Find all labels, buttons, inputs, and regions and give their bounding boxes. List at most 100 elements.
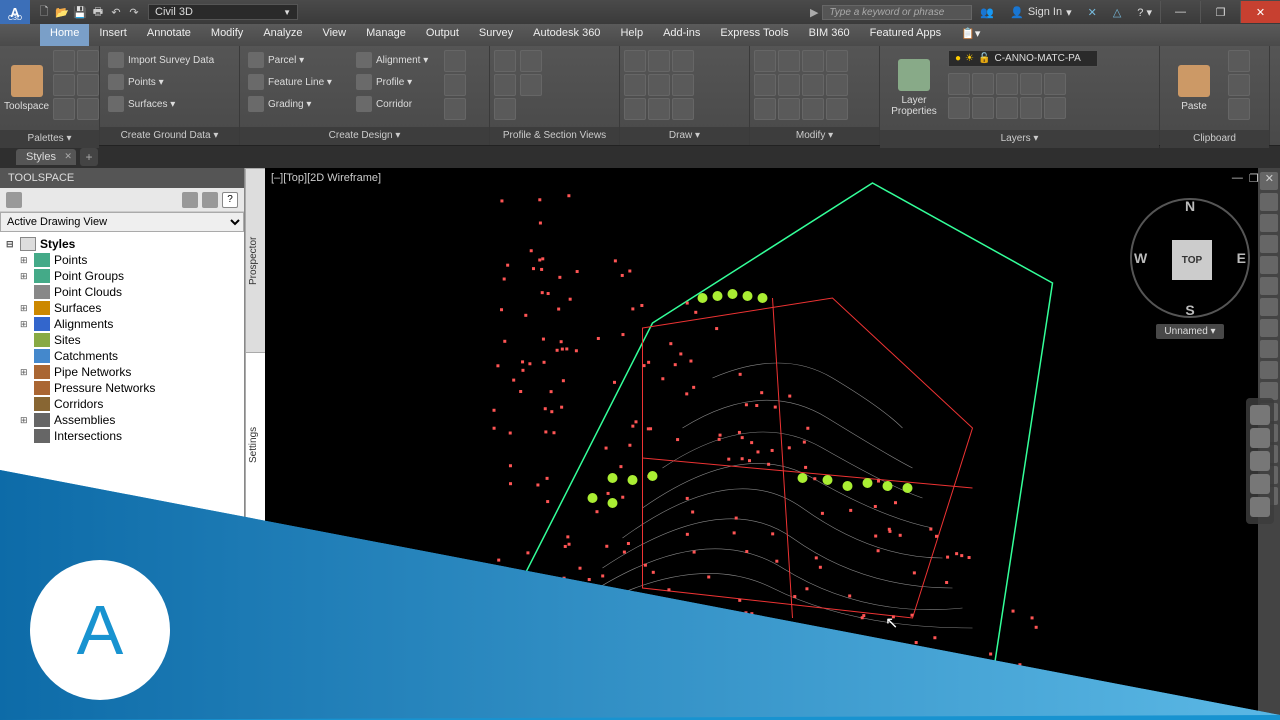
palette-icon-2[interactable] <box>77 50 99 72</box>
tab-view[interactable]: View <box>312 24 356 46</box>
tree-node[interactable]: ⊞Alignments <box>0 316 244 332</box>
qat-save-icon[interactable]: 💾 <box>72 4 88 20</box>
palette-icon-6[interactable] <box>77 98 99 120</box>
rt-icon-8[interactable] <box>1260 319 1278 337</box>
vp-close-icon[interactable]: ✕ <box>1265 172 1274 185</box>
nav-orbit-icon[interactable] <box>1250 474 1270 494</box>
corridor-button[interactable]: Corridor <box>352 94 432 114</box>
sidetab-survey[interactable]: Survey <box>246 536 265 720</box>
rotate-icon[interactable] <box>778 50 800 72</box>
drawing-viewport[interactable]: [–][Top][2D Wireframe] — ❐ ✕ N S E W TOP… <box>265 168 1280 720</box>
tree-node[interactable]: ⊞Surfaces <box>0 300 244 316</box>
tab-addins[interactable]: Add-ins <box>653 24 710 46</box>
tree-node[interactable]: Intersections <box>0 428 244 444</box>
fillet-icon[interactable] <box>802 74 824 96</box>
palette-icon-3[interactable] <box>53 74 75 96</box>
panel-title-ground[interactable]: Create Ground Data ▾ <box>100 127 239 145</box>
parcel-button[interactable]: Parcel ▾ <box>244 50 336 70</box>
trim-icon[interactable] <box>802 50 824 72</box>
design-icon-3[interactable] <box>444 98 466 120</box>
rt-icon-4[interactable] <box>1260 235 1278 253</box>
rect-icon[interactable] <box>624 98 646 120</box>
arc-icon[interactable] <box>672 50 694 72</box>
grading-button[interactable]: Grading ▾ <box>244 94 336 114</box>
hatch-icon[interactable] <box>648 98 670 120</box>
tree-node[interactable]: Pressure Networks <box>0 380 244 396</box>
surfaces-button[interactable]: Surfaces ▾ <box>104 94 218 114</box>
mirror-icon[interactable] <box>778 74 800 96</box>
polyline-icon[interactable] <box>648 50 670 72</box>
panel-title-palettes[interactable]: Palettes ▾ <box>0 130 99 148</box>
tree-root[interactable]: ⊟Styles <box>0 236 244 252</box>
ts-tool-icon-1[interactable] <box>6 192 22 208</box>
search-input[interactable]: Type a keyword or phrase <box>822 5 972 20</box>
a360-icon[interactable]: △ <box>1105 6 1129 19</box>
layer-dropdown[interactable]: ●☀🔓C-ANNO-MATC-PA <box>948 50 1098 67</box>
rt-icon-5[interactable] <box>1260 256 1278 274</box>
psv-icon-2[interactable] <box>494 74 516 96</box>
panel-title-layers[interactable]: Layers ▾ <box>880 130 1159 148</box>
doc-tab-styles[interactable]: Styles✕ <box>16 149 76 165</box>
compass-w[interactable]: W <box>1134 250 1147 266</box>
psv-icon-4[interactable] <box>520 50 542 72</box>
qat-redo-icon[interactable]: ↷ <box>126 4 142 20</box>
panel-title-modify[interactable]: Modify ▾ <box>750 127 879 145</box>
tree-node[interactable]: ⊞Assemblies <box>0 412 244 428</box>
viewcube[interactable]: N S E W TOP Unnamed ▾ <box>1130 198 1250 339</box>
tab-home[interactable]: Home <box>40 24 89 46</box>
qat-print-icon[interactable]: 🖶 <box>90 4 106 20</box>
help-icon[interactable]: ? ▾ <box>1129 6 1160 19</box>
rt-icon-2[interactable] <box>1260 193 1278 211</box>
psv-icon-3[interactable] <box>494 98 516 120</box>
minimize-button[interactable]: — <box>1160 1 1200 23</box>
nav-pan-icon[interactable] <box>1250 428 1270 448</box>
stretch-icon[interactable] <box>754 98 776 120</box>
import-survey-button[interactable]: Import Survey Data <box>104 50 218 70</box>
close-button[interactable]: ✕ <box>1240 1 1280 23</box>
close-tab-icon[interactable]: ✕ <box>64 151 72 162</box>
qat-open-icon[interactable]: 📂 <box>54 4 70 20</box>
circle-icon[interactable] <box>624 74 646 96</box>
layer-icon-8[interactable] <box>996 97 1018 119</box>
layer-properties-button[interactable]: Layer Properties <box>884 50 944 126</box>
rt-icon-10[interactable] <box>1260 361 1278 379</box>
paste-button[interactable]: Paste <box>1164 50 1224 126</box>
ts-help-icon[interactable]: ? <box>222 192 238 208</box>
explode-icon[interactable] <box>826 74 848 96</box>
toolspace-button[interactable]: Toolspace <box>4 50 49 126</box>
array-icon[interactable] <box>802 98 824 120</box>
sidetab-prospector[interactable]: Prospector <box>246 168 265 352</box>
maximize-button[interactable]: ❐ <box>1200 1 1240 23</box>
tab-output[interactable]: Output <box>416 24 469 46</box>
scale-icon[interactable] <box>778 98 800 120</box>
palette-icon-4[interactable] <box>77 74 99 96</box>
design-icon-1[interactable] <box>444 50 466 72</box>
ucs-dropdown[interactable]: Unnamed ▾ <box>1156 324 1223 339</box>
signin-button[interactable]: 👤 Sign In ▾ <box>1002 6 1079 19</box>
qat-undo-icon[interactable]: ↶ <box>108 4 124 20</box>
tab-featured[interactable]: Featured Apps <box>860 24 952 46</box>
tree-node[interactable]: ⊞Pipe Networks <box>0 364 244 380</box>
workspace-dropdown[interactable]: Civil 3D▼ <box>148 4 298 20</box>
rt-icon-6[interactable] <box>1260 277 1278 295</box>
layer-icon-2[interactable] <box>972 73 994 95</box>
sidetab-settings[interactable]: Settings <box>246 352 265 536</box>
psv-icon-1[interactable] <box>494 50 516 72</box>
design-icon-2[interactable] <box>444 74 466 96</box>
add-tab-button[interactable]: + <box>80 148 98 166</box>
layer-icon-5[interactable] <box>1044 73 1066 95</box>
panel-title-draw[interactable]: Draw ▾ <box>620 127 749 145</box>
palette-icon-1[interactable] <box>53 50 75 72</box>
toolspace-view-dropdown[interactable]: Active Drawing View <box>0 212 244 232</box>
copy-clip-icon[interactable] <box>1228 74 1250 96</box>
layer-icon-3[interactable] <box>996 73 1018 95</box>
tab-insert[interactable]: Insert <box>89 24 137 46</box>
exchange-icon[interactable]: ✕ <box>1080 6 1105 19</box>
qat-new-icon[interactable]: 🗋 <box>36 4 52 20</box>
palette-icon-5[interactable] <box>53 98 75 120</box>
points-button[interactable]: Points ▾ <box>104 72 218 92</box>
copy-icon[interactable] <box>754 74 776 96</box>
nav-showmotion-icon[interactable] <box>1250 497 1270 517</box>
tab-manage[interactable]: Manage <box>356 24 416 46</box>
tab-help[interactable]: Help <box>610 24 653 46</box>
